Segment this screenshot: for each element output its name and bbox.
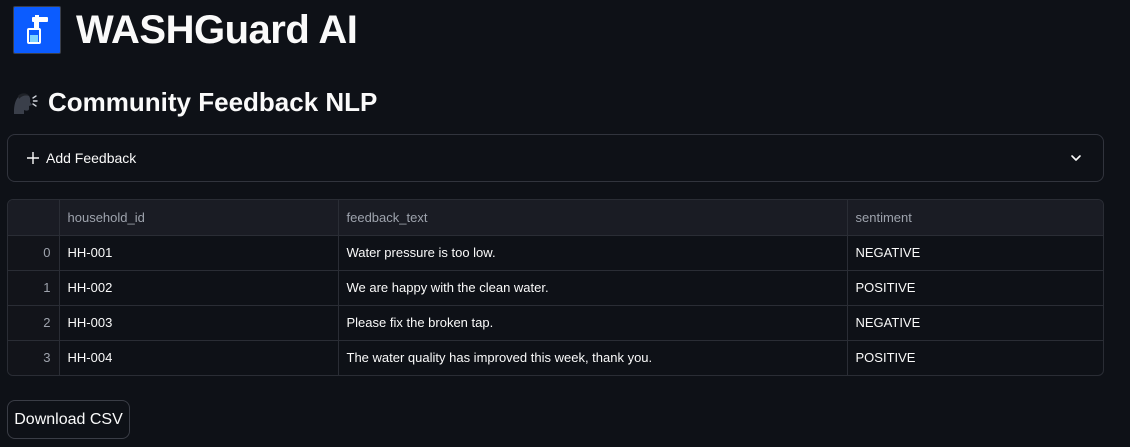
table-row[interactable]: 2 HH-003 Please fix the broken tap. NEGA…	[8, 305, 1103, 341]
sentiment-cell[interactable]: NEGATIVE	[847, 235, 1103, 271]
table-row[interactable]: 0 HH-001 Water pressure is too low. NEGA…	[8, 235, 1103, 271]
speaking-head-icon	[9, 87, 39, 117]
household-id-cell[interactable]: HH-004	[59, 340, 339, 375]
feedback-text-cell[interactable]: We are happy with the clean water.	[338, 270, 848, 306]
feedback-text-cell[interactable]: The water quality has improved this week…	[338, 340, 848, 375]
household-id-cell[interactable]: HH-001	[59, 235, 339, 271]
feedback-text-column-header[interactable]: feedback_text	[338, 200, 848, 236]
water-tap-icon	[13, 6, 61, 54]
app-page: WASHGuard AI Community Feedback NLP Add …	[0, 0, 1130, 447]
table-row[interactable]: 1 HH-002 We are happy with the clean wat…	[8, 270, 1103, 306]
section-header: Community Feedback NLP	[9, 84, 377, 120]
table-header-row: household_id feedback_text sentiment	[8, 200, 1103, 236]
household-id-cell[interactable]: HH-003	[59, 305, 339, 341]
household-id-column-header[interactable]: household_id	[59, 200, 339, 236]
app-header: WASHGuard AI	[13, 6, 358, 54]
sentiment-cell[interactable]: POSITIVE	[847, 340, 1103, 375]
table-row[interactable]: 3 HH-004 The water quality has improved …	[8, 340, 1103, 375]
plus-icon	[26, 151, 40, 165]
sentiment-column-header[interactable]: sentiment	[847, 200, 1103, 236]
add-feedback-expander[interactable]: Add Feedback	[7, 134, 1104, 182]
row-index: 1	[8, 270, 60, 306]
row-index: 3	[8, 340, 60, 375]
section-title: Community Feedback NLP	[48, 86, 378, 117]
household-id-cell[interactable]: HH-002	[59, 270, 339, 306]
chevron-down-icon[interactable]	[1069, 151, 1083, 165]
row-index: 2	[8, 305, 60, 341]
expander-label: Add Feedback	[46, 150, 137, 166]
feedback-table[interactable]: household_id feedback_text sentiment 0 H…	[7, 199, 1104, 376]
app-title: WASHGuard AI	[76, 8, 358, 52]
sentiment-cell[interactable]: NEGATIVE	[847, 305, 1103, 341]
sentiment-cell[interactable]: POSITIVE	[847, 270, 1103, 306]
feedback-text-cell[interactable]: Water pressure is too low.	[338, 235, 848, 271]
download-csv-button[interactable]: Download CSV	[7, 400, 130, 439]
feedback-text-cell[interactable]: Please fix the broken tap.	[338, 305, 848, 341]
index-column-header[interactable]	[8, 200, 60, 236]
row-index: 0	[8, 235, 60, 271]
